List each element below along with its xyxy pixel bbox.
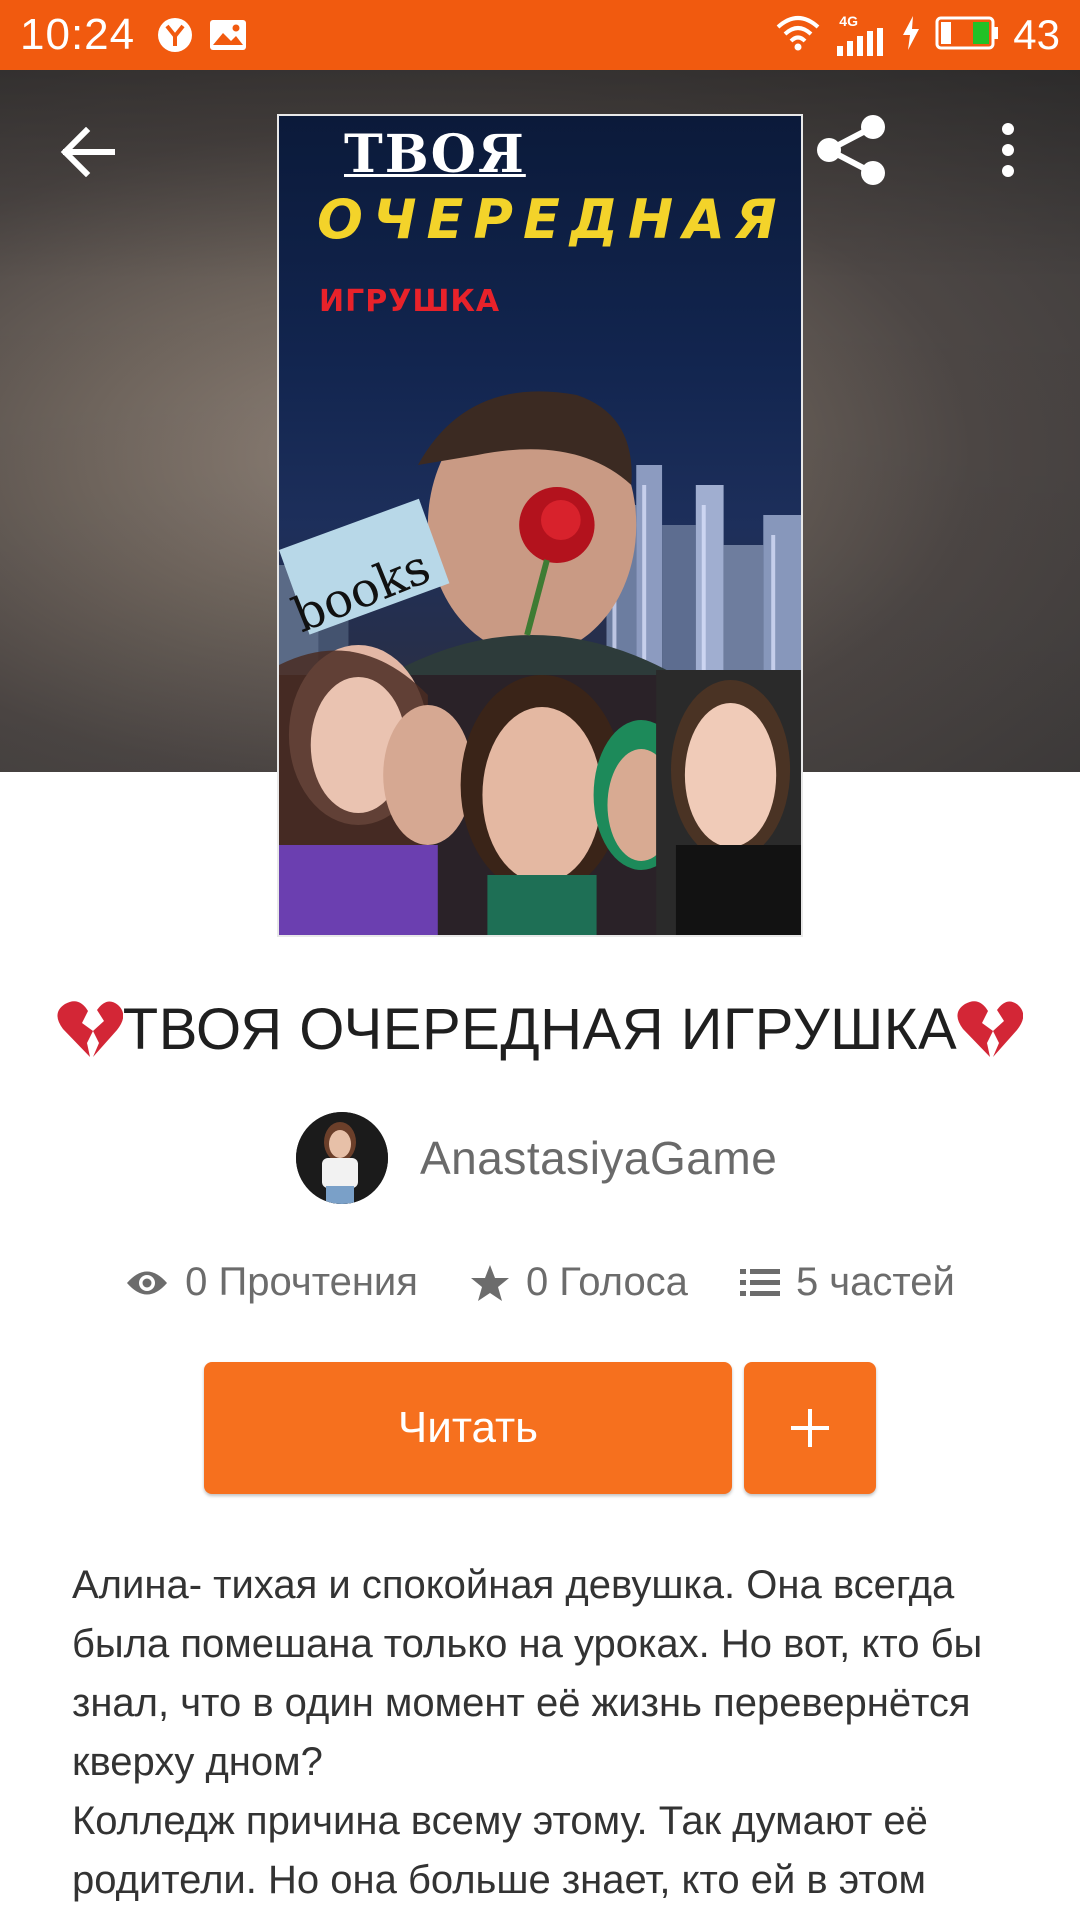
author-row[interactable]: AnastasiyaGame	[296, 1112, 777, 1204]
book-cover[interactable]: ТВОЯ ОЧЕРЕДНАЯ ИГРУШКА books	[277, 114, 803, 937]
description-paragraph: Колледж причина всему этому. Так думают …	[72, 1799, 928, 1902]
share-icon	[817, 115, 885, 185]
broken-heart-icon	[57, 1001, 123, 1057]
read-button[interactable]: Читать	[204, 1362, 732, 1494]
cover-title-line1: ТВОЯ	[344, 124, 526, 185]
share-button[interactable]	[812, 110, 892, 190]
story-title: ТВОЯ ОЧЕРЕДНАЯ ИГРУШКА	[0, 996, 1080, 1063]
cover-people-illustration	[279, 391, 801, 935]
reads-stat: 0 Прочтения	[125, 1260, 418, 1305]
battery-level: 43	[1013, 11, 1060, 58]
description-paragraph: Алина- тихая и спокойная девушка. Она вс…	[72, 1563, 983, 1784]
add-to-library-button[interactable]	[744, 1362, 876, 1494]
more-vertical-icon	[1002, 123, 1014, 177]
parts-stat[interactable]: 5 частей	[739, 1260, 955, 1305]
author-avatar[interactable]	[296, 1112, 388, 1204]
star-icon	[470, 1264, 509, 1301]
status-bar: 10:24 4G 43	[0, 0, 1080, 70]
list-icon	[739, 1268, 780, 1296]
charging-icon	[901, 15, 921, 55]
story-description: Алина- тихая и спокойная девушка. Она вс…	[72, 1556, 1022, 1910]
broken-heart-icon	[957, 1001, 1024, 1057]
story-title-text: ТВОЯ ОЧЕРЕДНАЯ ИГРУШКА	[122, 997, 958, 1062]
status-time: 10:24	[20, 10, 136, 59]
eye-icon	[127, 1271, 168, 1294]
plus-icon	[791, 1409, 829, 1447]
yandex-browser-icon	[157, 17, 193, 53]
reads-count: 0 Прочтения	[185, 1260, 418, 1304]
parts-count[interactable]: 5 частей	[796, 1260, 955, 1305]
votes-count: 0 Голоса	[525, 1260, 688, 1304]
votes-stat: 0 Голоса	[470, 1260, 688, 1305]
author-name[interactable]: AnastasiyaGame	[420, 1131, 777, 1185]
back-button[interactable]	[48, 112, 128, 192]
signal-icon: 4G	[835, 14, 887, 56]
more-options-button[interactable]	[978, 110, 1038, 190]
avatar-image	[296, 1112, 388, 1204]
cover-title-line3: ИГРУШКА	[319, 284, 501, 319]
wifi-icon	[775, 15, 821, 56]
story-stats: 0 Прочтения 0 Голоса 5 частей	[0, 1260, 1080, 1305]
gallery-notification-icon	[209, 19, 247, 51]
battery-icon	[935, 16, 999, 55]
arrow-left-icon	[60, 127, 115, 177]
network-type: 4G	[839, 13, 858, 29]
cover-title-line2: ОЧЕРЕДНАЯ	[317, 188, 787, 251]
